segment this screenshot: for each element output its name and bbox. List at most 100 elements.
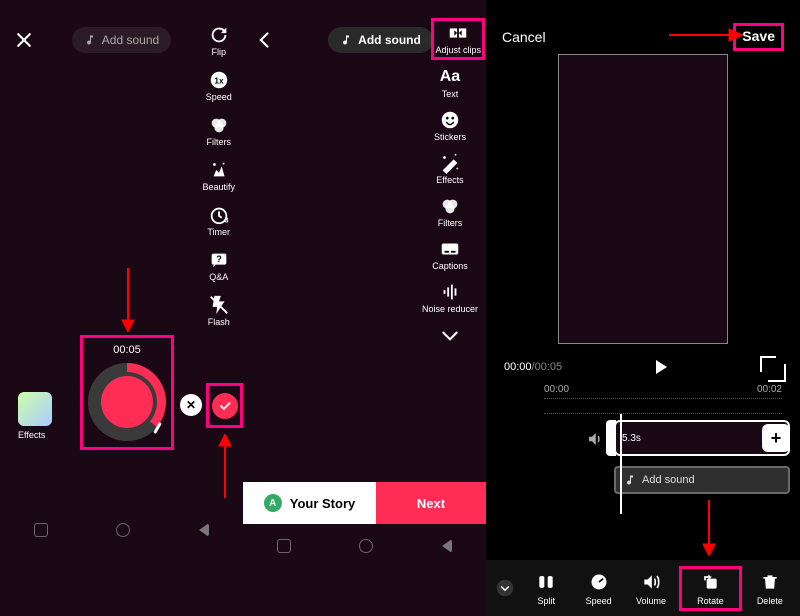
clip-duration: 5.3s <box>622 433 641 444</box>
qa-icon: ? <box>208 249 230 271</box>
rotate-button[interactable]: Rotate <box>697 571 724 606</box>
captions-icon <box>439 238 461 260</box>
post-actions-row: A Your Story Next <box>243 482 486 524</box>
chevron-down-icon[interactable] <box>440 329 460 343</box>
your-story-button[interactable]: A Your Story <box>243 482 376 524</box>
playback-row: 00:00/00:05 <box>486 356 800 378</box>
speed-icon <box>588 571 610 593</box>
android-nav-bar <box>0 520 243 540</box>
filters-icon <box>208 114 230 136</box>
your-story-label: Your Story <box>290 496 356 511</box>
music-note-icon <box>624 474 636 486</box>
speed-button[interactable]: Speed <box>572 571 624 606</box>
effects-button[interactable] <box>18 392 52 426</box>
nav-home-icon[interactable] <box>116 523 130 537</box>
record-screen: Add sound Flip 1xSpeed Filters Beautify … <box>0 0 243 616</box>
filters-icon <box>439 195 461 217</box>
expand-toolbar-button[interactable] <box>490 579 520 597</box>
delete-icon <box>759 571 781 593</box>
volume-icon <box>640 571 662 593</box>
svg-text:3: 3 <box>224 215 228 224</box>
add-sound-label: Add sound <box>642 474 695 486</box>
stickers-button[interactable]: Stickers <box>434 109 466 142</box>
record-button[interactable] <box>88 363 166 441</box>
track-volume-icon[interactable] <box>586 430 604 448</box>
split-icon <box>535 571 557 593</box>
record-tools-column: Flip 1xSpeed Filters Beautify 3Timer ?Q&… <box>202 24 235 327</box>
annotation-arrow-save <box>669 28 743 42</box>
tick-label: 00:02 <box>757 384 782 395</box>
close-icon[interactable] <box>14 30 34 50</box>
delete-button[interactable]: Delete <box>744 571 796 606</box>
captions-button[interactable]: Captions <box>432 238 468 271</box>
add-sound-button[interactable]: Add sound <box>72 27 171 53</box>
nav-back-icon[interactable] <box>442 539 452 553</box>
time-total: /00:05 <box>532 361 563 373</box>
beautify-button[interactable]: Beautify <box>202 159 235 192</box>
noise-icon <box>439 281 461 303</box>
flash-button[interactable]: Flash <box>208 294 230 327</box>
text-button[interactable]: AaText <box>439 66 461 99</box>
adjust-clips-screen: Cancel Save 00:00/00:05 00:00 00:02 5.3s… <box>486 0 800 616</box>
stickers-icon <box>439 109 461 131</box>
add-sound-button[interactable]: Add sound <box>328 27 433 53</box>
speed-button[interactable]: 1xSpeed <box>206 69 232 102</box>
qa-button[interactable]: ?Q&A <box>208 249 230 282</box>
annotation-arrow-confirm <box>216 434 234 498</box>
discard-clip-button[interactable]: ✕ <box>180 394 202 416</box>
cancel-button[interactable]: Cancel <box>502 29 546 45</box>
svg-text:1x: 1x <box>214 77 224 86</box>
clip-toolbar: Split Speed Volume Rotate Delete <box>486 560 800 616</box>
nav-recent-icon[interactable] <box>34 523 48 537</box>
confirm-button[interactable] <box>212 393 238 419</box>
clip-preview <box>558 54 728 344</box>
rotate-icon <box>699 571 721 593</box>
music-note-icon <box>84 34 96 46</box>
annotation-arrow-rotate <box>700 500 718 556</box>
noise-reducer-button[interactable]: Noise reducer <box>422 281 478 315</box>
flip-icon <box>208 24 230 46</box>
beautify-icon <box>208 159 230 181</box>
nav-back-icon[interactable] <box>199 523 209 537</box>
android-nav-bar <box>243 536 486 556</box>
record-button-highlight: 00:05 <box>80 335 174 450</box>
avatar: A <box>264 494 282 512</box>
check-icon <box>218 399 232 413</box>
add-sound-label: Add sound <box>358 33 421 47</box>
adjust-clips-icon <box>447 22 469 44</box>
speed-icon: 1x <box>208 69 230 91</box>
nav-recent-icon[interactable] <box>277 539 291 553</box>
svg-text:?: ? <box>216 254 222 264</box>
effects-label: Effects <box>18 430 45 440</box>
filters-button[interactable]: Filters <box>206 114 231 147</box>
confirm-button-highlight <box>206 383 243 428</box>
nav-home-icon[interactable] <box>359 539 373 553</box>
music-note-icon <box>340 34 352 46</box>
timer-button[interactable]: 3Timer <box>207 204 230 237</box>
save-button[interactable]: Save <box>742 28 775 44</box>
timeline-ticks: 00:00 00:02 <box>544 384 782 395</box>
filters-button[interactable]: Filters <box>438 195 463 228</box>
volume-button[interactable]: Volume <box>625 571 677 606</box>
add-sound-track[interactable]: Add sound <box>614 466 790 494</box>
flash-icon <box>208 294 230 316</box>
chevron-down-icon <box>496 579 514 597</box>
next-button[interactable]: Next <box>376 482 486 524</box>
annotation-arrow-record <box>118 268 138 332</box>
adjust-clips-button[interactable]: Adjust clips <box>435 22 481 55</box>
fullscreen-icon <box>760 356 776 372</box>
edit-screen: Add sound Adjust clips AaText Stickers E… <box>243 0 486 616</box>
flip-button[interactable]: Flip <box>208 24 230 57</box>
edit-tools-column: AaText Stickers Effects Filters Captions… <box>422 66 478 343</box>
playhead[interactable] <box>620 414 622 514</box>
fullscreen-button[interactable] <box>760 356 782 378</box>
play-button[interactable] <box>656 360 667 374</box>
split-button[interactable]: Split <box>520 571 572 606</box>
add-sound-label: Add sound <box>102 33 159 47</box>
add-clip-button[interactable]: + <box>762 424 790 452</box>
time-current: 00:00 <box>504 361 532 373</box>
effects-button[interactable]: Effects <box>436 152 463 185</box>
rotate-button-highlight: Rotate <box>679 566 741 611</box>
effects-icon <box>439 152 461 174</box>
back-icon[interactable] <box>255 30 275 50</box>
